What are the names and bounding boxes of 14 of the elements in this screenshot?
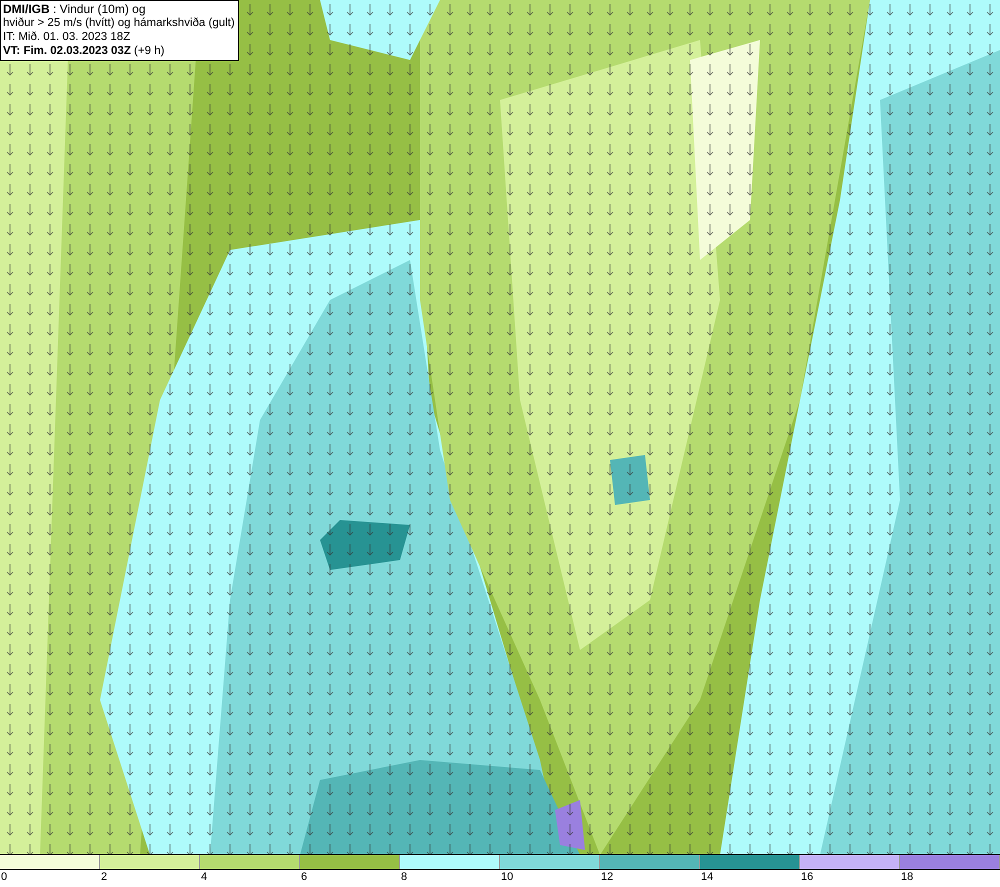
legend-label: 12 — [601, 871, 614, 884]
legend-label: 8 — [401, 871, 408, 884]
caption-line: hviður > 25 m/s (hvítt) og hámarkshviða (gult) — [3, 16, 235, 30]
legend-label: 2 — [101, 871, 108, 884]
caption-line: IT: Mið. 01. 03. 2023 18Z — [3, 30, 132, 44]
legend-label: 18 — [901, 871, 914, 884]
legend-label: 4 — [201, 871, 208, 884]
caption-line: DMI/IGB : Vindur (10m) og — [3, 2, 146, 16]
legend-label: 10 — [501, 871, 514, 884]
legend-label: 0 — [1, 871, 8, 884]
legend-label: 14 — [701, 871, 714, 884]
legend-label: 16 — [801, 871, 814, 884]
caption-line: VT: Fim. 02.03.2023 03Z (+9 h) — [3, 44, 166, 58]
legend-label: 6 — [301, 871, 308, 884]
